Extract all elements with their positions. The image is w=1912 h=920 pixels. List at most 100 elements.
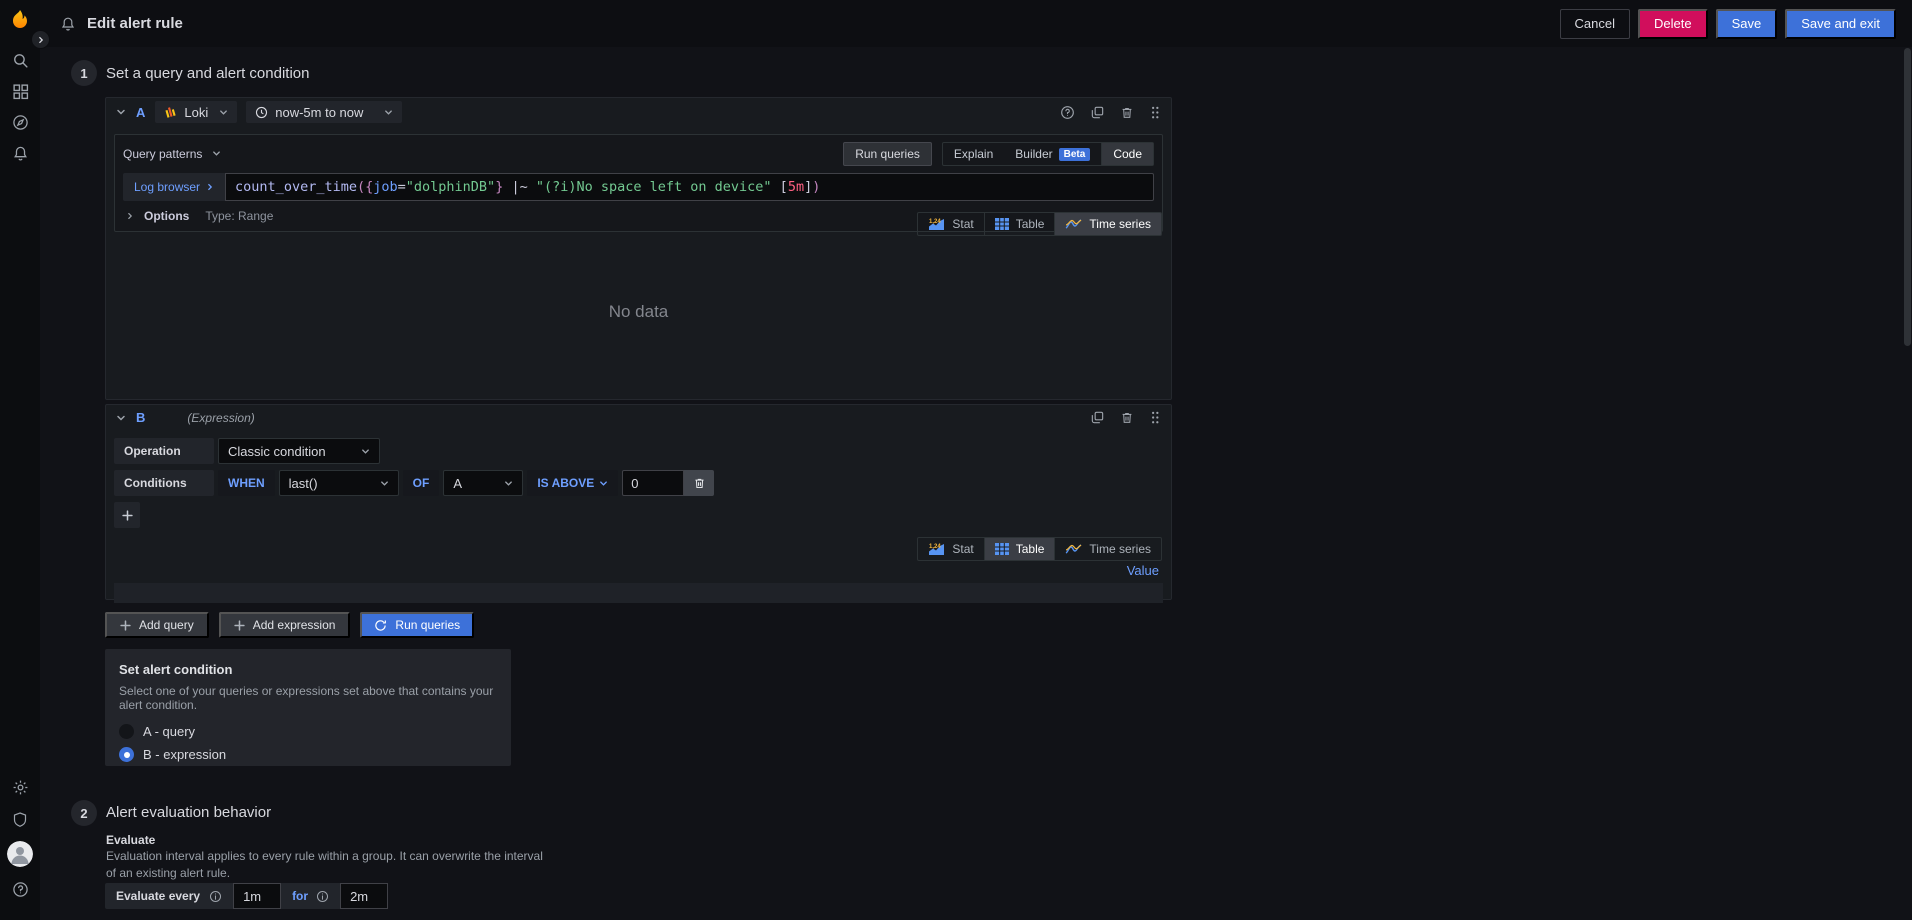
of-segment[interactable]: OF — [402, 470, 440, 496]
viz-table-label: Table — [1015, 542, 1045, 556]
query-token: = — [397, 179, 406, 195]
query-token: 5m — [787, 179, 805, 195]
datasource-picker[interactable]: Loki — [155, 101, 238, 123]
loki-logo-icon — [165, 107, 177, 118]
evaluate-every-input[interactable] — [233, 883, 282, 909]
radio-b-expression-label: B - expression — [143, 747, 227, 762]
query-ref-id[interactable]: A — [136, 105, 145, 120]
info-icon[interactable] — [316, 890, 329, 903]
search-icon[interactable] — [0, 50, 40, 70]
logql-query-input[interactable]: count_over_time({job = "dolphinDB"} |~ "(?… — [225, 173, 1154, 201]
add-condition-button[interactable] — [114, 502, 140, 528]
table-icon — [994, 543, 1009, 555]
evaluate-description: Evaluation interval applies to every rul… — [106, 849, 543, 880]
radio-a-query-label: A - query — [143, 724, 196, 739]
help-icon[interactable] — [0, 879, 40, 899]
query-patterns-dropdown[interactable]: Query patterns — [123, 147, 221, 161]
run-queries-button[interactable]: Run queries — [360, 612, 475, 638]
mode-builder[interactable]: Builder Beta — [1004, 143, 1101, 165]
save-and-exit-button[interactable]: Save and exit — [1785, 8, 1896, 39]
settings-gear-icon[interactable] — [0, 777, 40, 797]
evaluate-interval-row: Evaluate every for — [105, 883, 389, 909]
expression-b-card: B (Expression) Operation Classic conditi… — [105, 404, 1172, 603]
collapse-chevron-icon[interactable] — [116, 107, 126, 117]
expression-ref-id[interactable]: B — [136, 410, 145, 425]
chevron-right-icon — [208, 183, 213, 191]
radio-icon — [119, 724, 134, 739]
viz-timeseries-tab[interactable]: Time series — [1054, 212, 1162, 236]
query-help-icon[interactable] — [1060, 105, 1075, 120]
run-queries-label: Run queries — [395, 618, 461, 632]
duplicate-icon[interactable] — [1090, 105, 1105, 120]
query-ref-value: A — [453, 475, 463, 491]
add-expression-button[interactable]: Add expression — [218, 612, 351, 638]
chevron-down-icon — [600, 480, 608, 486]
delete-button[interactable]: Delete — [1638, 8, 1708, 39]
radio-b-expression[interactable]: B - expression — [119, 747, 497, 762]
plus-icon — [120, 619, 131, 631]
mode-builder-label: Builder — [1015, 147, 1053, 161]
remove-condition-button[interactable] — [684, 470, 715, 496]
for-duration-input[interactable] — [340, 883, 389, 909]
viz-table-tab[interactable]: Table — [983, 212, 1056, 236]
chevron-down-icon — [504, 476, 513, 491]
set-alert-condition-description: Select one of your queries or expression… — [119, 684, 494, 712]
mode-explain[interactable]: Explain — [943, 143, 1004, 165]
step-2-title: Alert evaluation behavior — [106, 804, 272, 821]
plus-icon — [234, 619, 245, 631]
add-query-button[interactable]: Add query — [105, 612, 209, 638]
operation-select[interactable]: Classic condition — [218, 438, 380, 464]
expression-b-header: B (Expression) — [106, 405, 1171, 430]
log-browser-button[interactable]: Log browser — [123, 173, 226, 201]
info-icon[interactable] — [209, 890, 222, 903]
viz-table-tab[interactable]: Table — [983, 537, 1056, 561]
value-column-header[interactable]: Value — [1127, 563, 1159, 578]
dashboards-icon[interactable] — [0, 81, 40, 101]
query-token: [ — [771, 179, 788, 195]
topbar: Edit alert rule Cancel Delete Save Save … — [40, 0, 1912, 47]
radio-icon — [119, 747, 134, 762]
reducer-function-value: last() — [288, 475, 318, 491]
query-token: } — [495, 179, 504, 195]
add-query-label: Add query — [139, 618, 194, 632]
drag-handle-icon[interactable] — [1149, 105, 1161, 120]
topbar-actions: Cancel Delete Save Save and exit — [1559, 8, 1896, 39]
admin-shield-icon[interactable] — [0, 809, 40, 829]
drag-handle-icon[interactable] — [1149, 410, 1161, 425]
time-range-picker[interactable]: now-5m to now — [246, 101, 403, 123]
alerting-bell-icon[interactable] — [0, 143, 40, 163]
trash-icon[interactable] — [1120, 410, 1134, 425]
clock-icon — [256, 106, 268, 118]
viz-stat-label: Stat — [952, 217, 974, 231]
query-token: job — [373, 179, 398, 195]
query-ref-select[interactable]: A — [443, 470, 524, 496]
page-title: Edit alert rule — [87, 15, 183, 32]
cancel-button[interactable]: Cancel — [1559, 8, 1630, 39]
evaluate-every-label-box: Evaluate every — [105, 883, 234, 909]
collapse-chevron-icon[interactable] — [116, 413, 126, 423]
explore-compass-icon[interactable] — [0, 112, 40, 132]
scrollbar-thumb[interactable] — [1904, 48, 1911, 346]
viz-stat-tab[interactable]: 1,24 Stat — [917, 212, 985, 236]
viz-stat-tab[interactable]: 1,24 Stat — [917, 537, 985, 561]
viz-timeseries-tab[interactable]: Time series — [1054, 537, 1162, 561]
mode-code[interactable]: Code — [1101, 143, 1153, 165]
run-queries-small-button[interactable]: Run queries — [843, 142, 932, 166]
user-avatar[interactable] — [0, 841, 40, 867]
reducer-function-select[interactable]: last() — [278, 470, 399, 496]
expand-sidebar-chevron-icon[interactable] — [31, 30, 50, 49]
radio-a-query[interactable]: A - query — [119, 724, 497, 739]
sidebar-nav-bottom — [0, 777, 40, 899]
threshold-input[interactable] — [622, 470, 685, 496]
trash-icon[interactable] — [1120, 105, 1134, 120]
query-a-card: A Loki now-5m to now Query patterns Run … — [105, 97, 1172, 400]
set-alert-condition-panel: Set alert condition Select one of your q… — [105, 649, 511, 766]
evaluator-select[interactable]: IS ABOVE — [527, 470, 619, 496]
grafana-logo-icon[interactable] — [6, 7, 34, 35]
add-expression-label: Add expression — [252, 618, 336, 632]
when-segment[interactable]: WHEN — [218, 470, 275, 496]
duplicate-icon[interactable] — [1090, 410, 1105, 425]
save-button[interactable]: Save — [1715, 8, 1778, 39]
operation-label: Operation — [114, 438, 214, 464]
no-data-message: No data — [608, 302, 669, 321]
